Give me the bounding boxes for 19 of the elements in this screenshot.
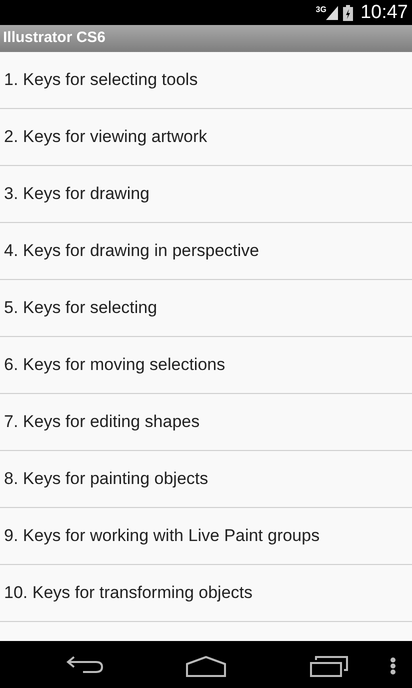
home-icon[interactable] bbox=[186, 656, 226, 677]
list-item[interactable]: 2. Keys for viewing artwork bbox=[4, 124, 208, 150]
list-item[interactable]: 4. Keys for drawing in perspective bbox=[4, 238, 260, 264]
list-item[interactable]: 7. Keys for editing shapes bbox=[4, 409, 200, 435]
app-title: Illustrator CS6 bbox=[3, 28, 106, 48]
list-item[interactable]: 6. Keys for moving selections bbox=[4, 352, 226, 378]
network-type: 3G bbox=[316, 6, 326, 14]
list-item[interactable]: 10. Keys for transforming objects bbox=[4, 580, 253, 606]
list-item[interactable]: 1. Keys for selecting tools bbox=[4, 67, 198, 93]
recent-apps-icon[interactable] bbox=[310, 656, 348, 677]
menu-icon[interactable] bbox=[390, 657, 396, 675]
list-item[interactable]: 9. Keys for working with Live Paint groups bbox=[4, 523, 320, 549]
list-item[interactable]: 3. Keys for drawing bbox=[4, 181, 150, 207]
list-item[interactable]: 8. Keys for painting objects bbox=[4, 466, 208, 492]
battery-icon bbox=[343, 4, 354, 20]
back-icon[interactable] bbox=[66, 654, 104, 674]
clock: 10:47 bbox=[360, 3, 408, 22]
list-item[interactable]: 5. Keys for selecting bbox=[4, 295, 158, 321]
signal-icon bbox=[326, 6, 338, 20]
